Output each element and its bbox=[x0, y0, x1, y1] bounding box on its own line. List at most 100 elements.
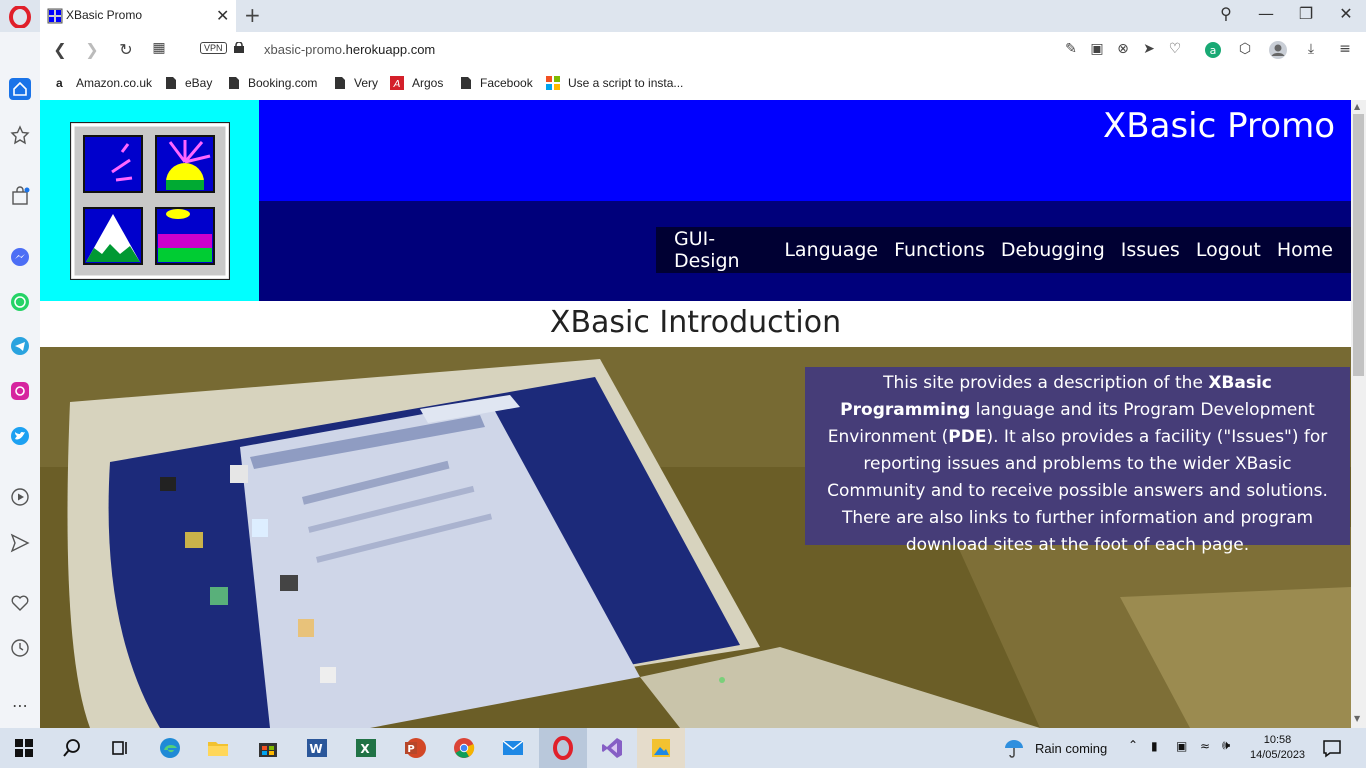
tabs-grid-icon[interactable]: ▦ bbox=[149, 40, 169, 56]
menu-home[interactable]: Home bbox=[1269, 239, 1341, 261]
menu-icon[interactable]: ≡ bbox=[1336, 41, 1354, 57]
more-icon[interactable]: ⋯ bbox=[9, 696, 31, 718]
tray-chevron-icon[interactable]: ⌃ bbox=[1128, 738, 1138, 752]
xbasic-favicon-icon bbox=[47, 8, 63, 24]
close-tab-icon[interactable]: ✕ bbox=[216, 6, 229, 25]
new-tab-icon[interactable]: + bbox=[244, 3, 261, 27]
menu-logout[interactable]: Logout bbox=[1188, 239, 1269, 261]
notifications-icon[interactable] bbox=[1320, 736, 1344, 760]
scroll-thumb[interactable] bbox=[1353, 114, 1364, 376]
page-scrollbar[interactable]: ▲ ▼ bbox=[1351, 100, 1366, 728]
chrome-icon[interactable] bbox=[452, 736, 476, 760]
taskbar-clock[interactable]: 10:58 14/05/2023 bbox=[1250, 733, 1305, 763]
page-icon bbox=[166, 77, 176, 89]
bookmark-facebook[interactable]: Facebook bbox=[460, 76, 533, 90]
url-rest: .herokuapp.com bbox=[342, 42, 436, 57]
powerpoint-icon[interactable]: P bbox=[403, 736, 427, 760]
menu-gui-design[interactable]: GUI-Design bbox=[666, 228, 776, 272]
bookmark-argos[interactable]: A Argos bbox=[390, 76, 443, 90]
site-title: XBasic Promo bbox=[1103, 106, 1335, 146]
microsoft-icon bbox=[546, 76, 560, 90]
profile-icon[interactable] bbox=[1268, 40, 1288, 60]
edit-icon[interactable]: ✎ bbox=[1062, 41, 1080, 57]
telegram-icon[interactable] bbox=[9, 335, 31, 357]
volume-icon[interactable]: 🕪 bbox=[1222, 738, 1230, 753]
file-explorer-icon[interactable] bbox=[206, 736, 230, 760]
tab-title: XBasic Promo bbox=[66, 8, 143, 22]
intro-panel: This site provides a description of the … bbox=[805, 367, 1350, 555]
bookmark-script[interactable]: Use a script to insta... bbox=[546, 76, 683, 90]
store-icon[interactable] bbox=[256, 736, 280, 760]
opera-sidebar: ⋯ bbox=[0, 32, 40, 728]
restore-icon[interactable]: ❐ bbox=[1294, 4, 1318, 23]
edge-icon[interactable] bbox=[158, 736, 182, 760]
wifi-icon[interactable]: ≈ bbox=[1200, 739, 1210, 753]
hero-image: This site provides a description of the … bbox=[40, 347, 1351, 728]
home-icon[interactable] bbox=[9, 78, 31, 100]
mail-icon[interactable] bbox=[501, 736, 525, 760]
history-icon[interactable] bbox=[9, 637, 31, 659]
vpn-badge[interactable]: VPN bbox=[200, 42, 227, 54]
excel-icon[interactable]: X bbox=[354, 736, 378, 760]
close-window-icon[interactable]: ✕ bbox=[1334, 4, 1358, 23]
star-icon[interactable] bbox=[9, 124, 31, 146]
bookmark-label: Argos bbox=[412, 76, 444, 90]
extension-a-icon[interactable]: a bbox=[1204, 41, 1222, 59]
page-title: XBasic Introduction bbox=[549, 305, 842, 340]
messenger-icon[interactable] bbox=[9, 246, 31, 268]
bookmark-very[interactable]: Very bbox=[334, 76, 378, 90]
send-icon[interactable]: ➤ bbox=[1140, 41, 1158, 57]
scroll-down-icon[interactable]: ▼ bbox=[1354, 714, 1360, 723]
xbasic-logo-icon[interactable] bbox=[70, 122, 230, 280]
visual-studio-icon[interactable] bbox=[600, 736, 624, 760]
instagram-icon[interactable] bbox=[9, 380, 31, 402]
bag-icon[interactable] bbox=[9, 185, 31, 207]
windows-start-icon[interactable] bbox=[12, 736, 36, 760]
svg-text:W: W bbox=[309, 742, 322, 756]
windows-taskbar: W X P Rain coming ⌃ ▮ ▣ ≈ 🕪 10:58 14/05/… bbox=[0, 728, 1366, 768]
cube-icon[interactable]: ⬡ bbox=[1236, 41, 1254, 57]
opera-taskbar-icon[interactable] bbox=[551, 736, 575, 760]
whatsapp-icon[interactable] bbox=[9, 291, 31, 313]
bookmark-ebay[interactable]: eBay bbox=[165, 76, 212, 90]
heart-sidebar-icon[interactable] bbox=[9, 592, 31, 614]
bookmarks-bar: a Amazon.co.uk eBay Booking.com Very A A… bbox=[40, 68, 1366, 100]
weather-text[interactable]: Rain coming bbox=[1035, 741, 1107, 756]
download-icon[interactable]: ⤓ bbox=[1302, 41, 1320, 57]
browser-tab[interactable]: XBasic Promo ✕ bbox=[40, 0, 236, 32]
reload-icon[interactable]: ↻ bbox=[116, 40, 136, 59]
bookmark-booking[interactable]: Booking.com bbox=[228, 76, 317, 90]
player-icon[interactable] bbox=[9, 486, 31, 508]
url-field[interactable]: xbasic-promo.herokuapp.com bbox=[264, 42, 435, 57]
svg-text:A: A bbox=[393, 79, 401, 90]
opera-logo-icon[interactable] bbox=[9, 6, 31, 28]
scroll-up-icon[interactable]: ▲ bbox=[1354, 102, 1360, 111]
battery-icon[interactable]: ▮ bbox=[1151, 739, 1158, 753]
menu-issues[interactable]: Issues bbox=[1113, 239, 1188, 261]
twitter-icon[interactable] bbox=[9, 425, 31, 447]
camera-icon[interactable]: ▣ bbox=[1088, 41, 1106, 57]
adblock-icon[interactable]: ⊗ bbox=[1114, 41, 1132, 57]
lock-icon[interactable] bbox=[234, 42, 244, 53]
search-tabs-icon[interactable]: ⚲ bbox=[1214, 4, 1238, 23]
intro-bold-pde: PDE bbox=[948, 427, 987, 447]
menu-language[interactable]: Language bbox=[776, 239, 886, 261]
bookmark-amazon[interactable]: a Amazon.co.uk bbox=[56, 76, 152, 90]
task-view-icon[interactable] bbox=[108, 736, 132, 760]
minimize-icon[interactable]: — bbox=[1254, 4, 1278, 23]
tab-bar: XBasic Promo ✕ + ⚲ — ❐ ✕ bbox=[0, 0, 1366, 32]
weather-umbrella-icon[interactable] bbox=[1002, 736, 1026, 760]
forward-icon[interactable]: ❯ bbox=[82, 40, 102, 59]
search-icon[interactable] bbox=[60, 736, 84, 760]
svg-text:P: P bbox=[407, 744, 414, 755]
clock-date: 14/05/2023 bbox=[1250, 749, 1306, 761]
back-icon[interactable]: ❮ bbox=[50, 40, 70, 59]
menu-functions[interactable]: Functions bbox=[886, 239, 993, 261]
word-icon[interactable]: W bbox=[305, 736, 329, 760]
send-sidebar-icon[interactable] bbox=[9, 532, 31, 554]
heart-icon[interactable]: ♡ bbox=[1166, 41, 1184, 57]
photos-icon[interactable] bbox=[649, 736, 673, 760]
menu-debugging[interactable]: Debugging bbox=[993, 239, 1113, 261]
meet-icon[interactable]: ▣ bbox=[1176, 739, 1187, 753]
intro-text-1: This site provides a description of the bbox=[883, 373, 1209, 393]
